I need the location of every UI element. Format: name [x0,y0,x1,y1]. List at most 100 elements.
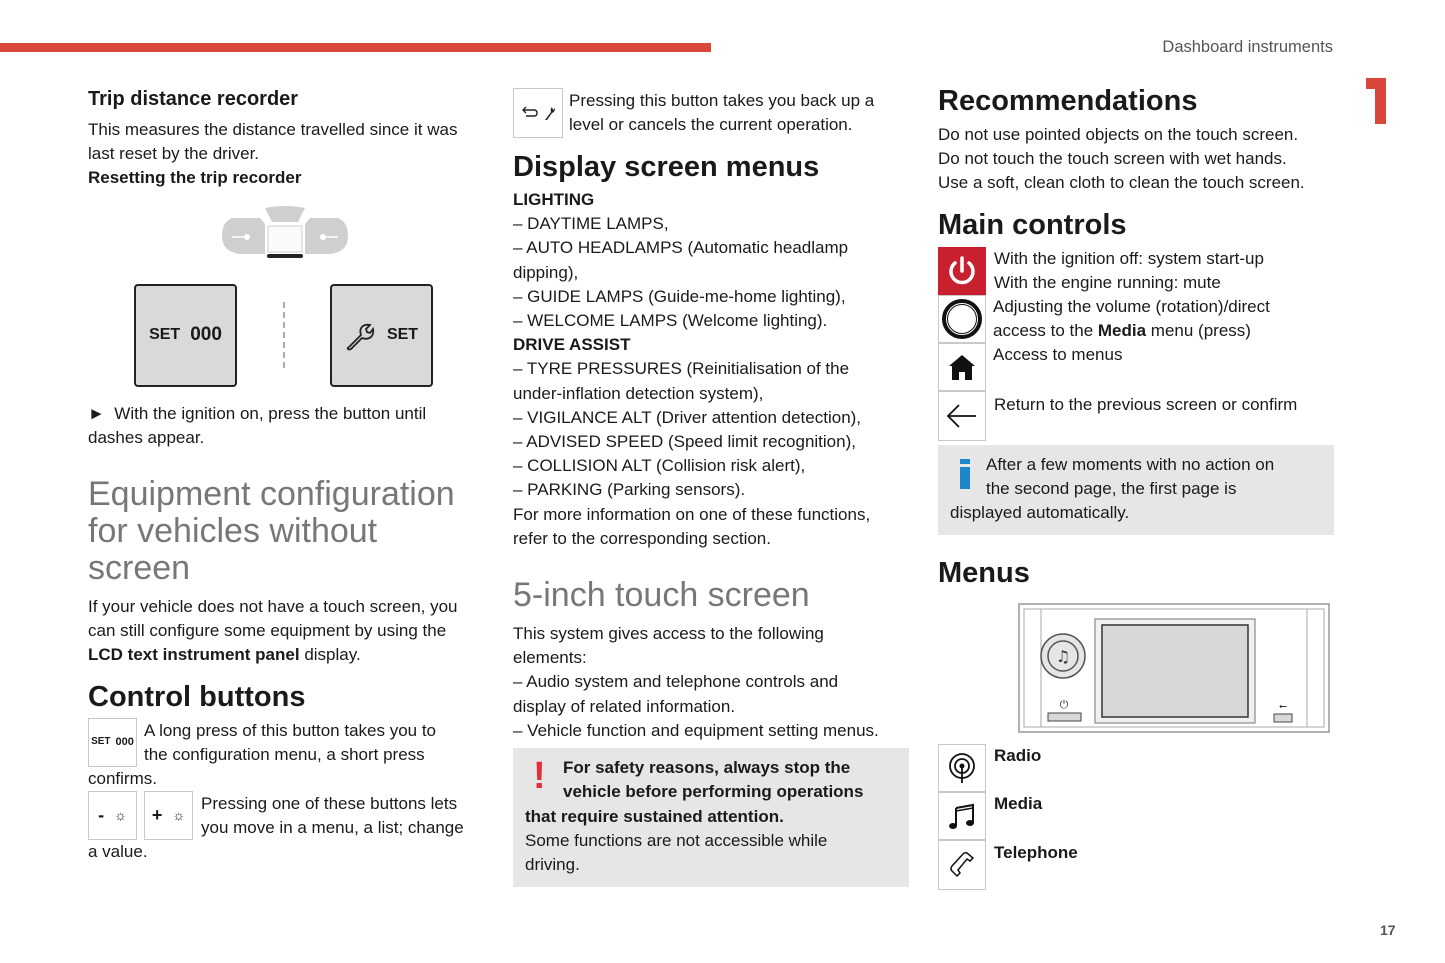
text-line: access to the [993,321,1098,341]
volume-description: Adjusting the volume (rotation)/direct a… [993,295,1353,343]
text-line: If your vehicle does not have a touch sc… [88,597,458,616]
text-line: displayed automatically. [950,503,1130,522]
display-menus-list: LIGHTING – DAYTIME LAMPS, – AUTO HEADLAM… [513,188,923,551]
text-line: Do not use pointed objects on the touch … [938,125,1299,144]
text-line: Pressing this button takes you back up a [569,91,875,110]
list-item: – VIGILANCE ALT (Driver attention detect… [513,407,862,427]
text-line: level or cancels the current operation. [569,115,853,135]
svg-text:♫: ♫ [1056,647,1070,666]
chapter-number [1366,76,1390,124]
text-line: With the engine running: mute [994,273,1221,293]
key-value: 000 [115,736,134,749]
minus-sign: - [98,805,105,826]
touch-screen-description: This system gives access to the followin… [513,622,923,743]
radio-menu-cell [938,744,986,792]
warning-icon: ! [533,755,546,797]
list-item: – DAYTIME LAMPS, [513,214,669,234]
brightness-icon: ☼ [114,807,127,824]
brightness-icon: ☼ [172,807,186,824]
power-icon [949,256,975,285]
button-label: SET [386,326,419,344]
home-icon [949,355,975,380]
text-line: A long press of this button takes you to [144,721,437,740]
recommendations-list: Do not use pointed objects on the touch … [938,123,1358,196]
drive-assist-heading: DRIVE ASSIST [513,335,631,355]
set-000-key: SET 000 [88,718,137,767]
text-line: This measures the distance travelled sin… [88,120,458,139]
info-text: After a few moments with no action on th… [986,453,1326,501]
text-line: dashes appear. [88,428,205,448]
text-line: that require sustained attention. [525,807,784,826]
text-line: you move in a menu, a list; change [201,818,464,838]
list-item: – TYRE PRESSURES (Reinitialisation of th… [513,359,850,379]
telephone-menu-cell [938,840,986,890]
text-line: confirms. [88,769,157,788]
list-item: – COLLISION ALT (Collision risk alert), [513,456,806,476]
key-label: SET [91,736,111,748]
back-button-cell [938,391,986,441]
list-item: – AUTO HEADLAMPS (Automatic headlamp [513,238,849,258]
text-line: last reset by the driver. [88,144,260,164]
menu-label-media: Media [994,794,1043,813]
plusminus-description: Pressing one of these buttons lets you m… [201,792,501,840]
arrow-bullet-icon: ► [88,404,105,423]
radio-icon [949,753,975,783]
text-line: For more information on one of these fun… [513,504,871,524]
text-line: display of related information. [513,696,736,716]
title-line: screen [88,549,191,587]
trip-title: Trip distance recorder [88,88,299,110]
plus-sign: + [151,805,163,826]
equipment-config-title: Equipment configuration for vehicles wit… [88,476,508,587]
wrench-set-button-illustration: SET [330,284,433,387]
wrench-icon [346,323,375,350]
button-label: SET [149,326,181,344]
list-item: dipping), [513,262,579,282]
text-line: – Audio system and telephone controls an… [513,672,839,692]
text-line: refer to the corresponding section. [513,528,771,548]
section-name: Dashboard instruments [1162,38,1333,56]
media-menu-cell [938,792,986,840]
recommendations-title: Recommendations [938,85,1198,117]
music-note-icon [949,803,974,829]
back-arrow-icon [946,404,976,428]
display-menus-title: Display screen menus [513,151,820,183]
list-item: – PARKING (Parking sensors). [513,480,746,500]
instruction: ► With the ignition on, press the button… [88,402,498,450]
text-line: Pressing one of these buttons lets [201,794,458,813]
text-line: driving. [525,855,580,875]
svg-text:⏻: ⏻ [1060,698,1069,711]
control-buttons-title: Control buttons [88,681,306,713]
list-item: – WELCOME LAMPS (Welcome lighting). [513,311,828,331]
control-descriptions: With the ignition off: system start-up W… [994,247,1354,295]
head-unit-illustration: ♫ ⏻ ⭠ [1018,603,1330,733]
info-icon [960,459,970,489]
list-item: – GUIDE LAMPS (Guide-me-home lighting), [513,286,846,306]
page-number: 17 [1380,922,1396,938]
text-line: After a few moments with no action on [986,455,1275,474]
text-line: Use a soft, clean cloth to clean the tou… [938,173,1305,193]
text-line: Do not touch the touch screen with wet h… [938,149,1287,169]
svg-text:⭠: ⭠ [1279,701,1287,712]
list-item: – ADVISED SPEED (Speed limit recognition… [513,432,856,452]
warning-bold-text: For safety reasons, always stop the vehi… [563,756,903,804]
text-line: display. [299,645,361,665]
warning-text: that require sustained attention. Some f… [525,805,905,878]
text-line: vehicle before performing operations [563,782,864,802]
telephone-icon [950,851,975,878]
home-button-cell [938,343,986,391]
text-line: menu (press) [1146,321,1251,341]
touch-screen-title: 5-inch touch screen [513,576,810,614]
list-item: under-inflation detection system), [513,383,764,403]
lighting-heading: LIGHTING [513,190,595,209]
back-wrench-key [513,88,563,138]
home-description: Access to menus [993,345,1123,364]
media-term: Media [1097,321,1147,341]
power-button-cell [938,247,986,295]
text-line: With the ignition off: system start-up [994,249,1264,268]
text-line: can still configure some equipment by us… [88,621,447,641]
menus-title: Menus [938,557,1030,589]
reset-title: Resetting the trip recorder [88,168,302,188]
text-line: the configuration menu, a short press [144,745,425,765]
text-line: Some functions are not accessible while [525,831,828,851]
text-line: a value. [88,842,148,861]
